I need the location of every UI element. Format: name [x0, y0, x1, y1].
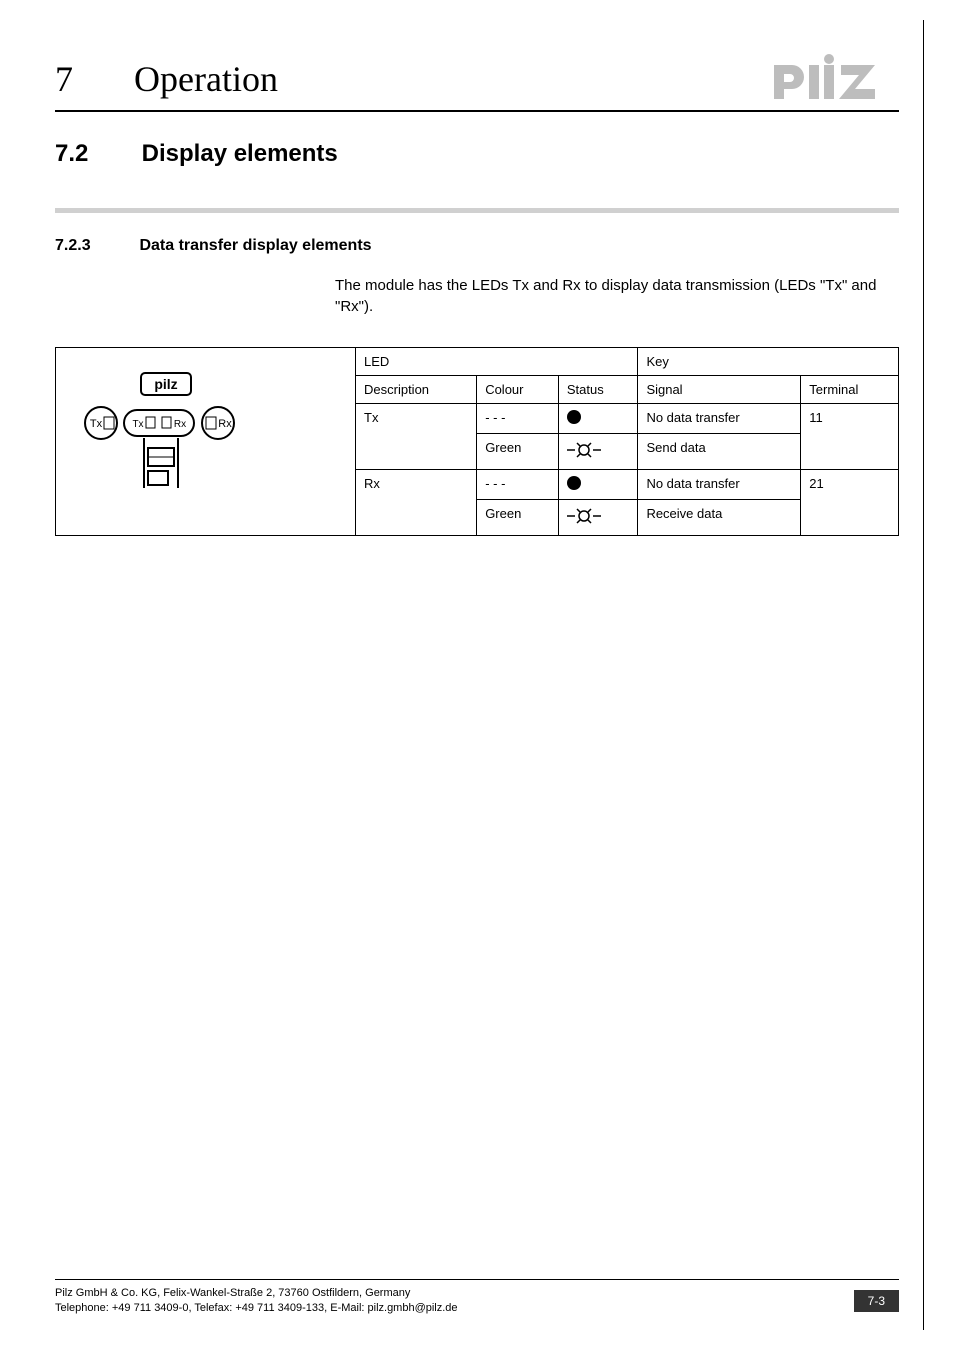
page-right-rule — [923, 20, 924, 1330]
page-header: 7 Operation — [55, 50, 899, 100]
cell-colour: Green — [477, 434, 559, 470]
cell-colour: Green — [477, 500, 559, 536]
footer-rule — [55, 1279, 899, 1280]
cell-description: Rx — [356, 470, 477, 536]
module-diagram-cell: pilz Tx Tx Rx Rx — [56, 348, 356, 536]
cell-signal: No data transfer — [638, 404, 801, 434]
section-number: 7.2 — [55, 140, 135, 168]
cell-signal: Receive data — [638, 500, 801, 536]
cell-description: Tx — [356, 404, 477, 470]
footer-line1: Pilz GmbH & Co. KG, Felix-Wankel-Straße … — [55, 1286, 458, 1300]
subsection-number: 7.2.3 — [55, 237, 135, 255]
cell-status — [558, 500, 638, 536]
page-number-badge: 7-3 — [854, 1290, 899, 1312]
cell-status — [558, 434, 638, 470]
pilz-logo — [769, 50, 899, 100]
section-divider — [55, 208, 899, 213]
section-title: Display elements — [142, 140, 338, 167]
led-table: pilz Tx Tx Rx Rx — [55, 347, 899, 536]
subsection-title: Data transfer display elements — [139, 237, 371, 254]
cell-status — [558, 404, 638, 434]
led-flash-icon — [567, 440, 601, 460]
page-footer: Pilz GmbH & Co. KG, Felix-Wankel-Straße … — [55, 1279, 899, 1315]
th-description: Description — [356, 376, 477, 404]
footer-line2: Telephone: +49 711 3409-0, Telefax: +49 … — [55, 1301, 458, 1315]
cell-colour: - - - — [477, 404, 559, 434]
cell-signal: No data transfer — [638, 470, 801, 500]
cell-signal: Send data — [638, 434, 801, 470]
intro-paragraph: The module has the LEDs Tx and Rx to dis… — [335, 275, 899, 317]
cell-terminal: 21 — [801, 470, 899, 536]
header-rule — [55, 110, 899, 112]
led-off-icon — [567, 410, 581, 424]
chapter-title: Operation — [134, 59, 278, 99]
th-led-group: LED — [356, 348, 638, 376]
diagram-tx-left: Tx — [90, 418, 103, 430]
cell-status — [558, 470, 638, 500]
chapter-number: 7 — [55, 58, 125, 100]
cell-colour: - - - — [477, 470, 559, 500]
th-status: Status — [558, 376, 638, 404]
led-flash-icon — [567, 506, 601, 526]
cell-terminal: 11 — [801, 404, 899, 470]
th-signal: Signal — [638, 376, 801, 404]
diagram-rx-right: Rx — [218, 418, 232, 430]
diagram-mid-rx: Rx — [174, 419, 186, 430]
module-diagram: pilz Tx Tx Rx Rx — [66, 368, 266, 508]
diagram-mid-tx: Tx — [132, 419, 143, 430]
led-off-icon — [567, 476, 581, 490]
th-key-group: Key — [638, 348, 899, 376]
diagram-brand: pilz — [154, 376, 177, 392]
th-colour: Colour — [477, 376, 559, 404]
th-terminal: Terminal — [801, 376, 899, 404]
